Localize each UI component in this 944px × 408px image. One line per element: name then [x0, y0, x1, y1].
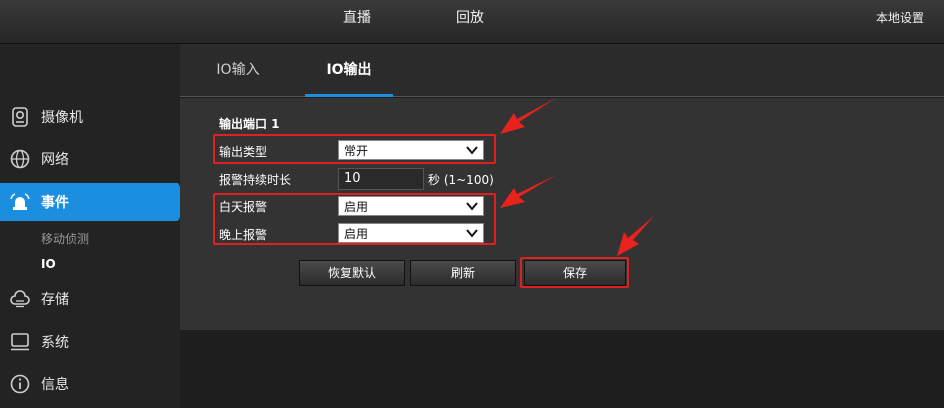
- duration-input[interactable]: 10: [338, 168, 424, 190]
- duration-unit: 秒 (1~100): [428, 173, 494, 187]
- sidebar-item-label: 事件: [41, 195, 69, 211]
- nav-live[interactable]: 直播: [343, 0, 371, 36]
- highlight-box-output-type: [213, 134, 496, 164]
- info-icon: [10, 374, 30, 394]
- refresh-button[interactable]: 刷新: [410, 260, 516, 286]
- monitor-icon: [11, 333, 29, 351]
- sidebar-item-network[interactable]: 网络: [0, 140, 180, 178]
- top-bar: 直播 回放 本地设置: [0, 0, 944, 44]
- highlight-box-save: [520, 257, 629, 288]
- sidebar-item-camera[interactable]: 摄像机: [0, 98, 180, 136]
- tab-io-output[interactable]: IO输出: [305, 44, 393, 97]
- nav-local-settings[interactable]: 本地设置: [876, 0, 924, 36]
- sidebar-subitem-motion-detection[interactable]: 移动侦测: [41, 230, 89, 247]
- sidebar-item-label: 网络: [41, 152, 69, 168]
- sidebar-item-label: 系统: [41, 335, 69, 351]
- nav-playback[interactable]: 回放: [456, 0, 484, 36]
- tab-bar: IO输入 IO输出: [180, 44, 944, 97]
- sidebar-item-label: 摄像机: [41, 110, 83, 126]
- sidebar-item-storage[interactable]: 存储: [0, 280, 180, 318]
- content-background: [180, 330, 944, 408]
- camera-icon: [12, 107, 28, 127]
- sidebar-item-event[interactable]: 事件: [0, 183, 188, 221]
- tab-io-input[interactable]: IO输入: [200, 44, 276, 97]
- section-title: 输出端口 1: [219, 117, 280, 131]
- highlight-box-alarms: [213, 193, 496, 245]
- cloud-storage-icon: [10, 290, 30, 308]
- sidebar-item-info[interactable]: 信息: [0, 365, 180, 403]
- restore-default-button[interactable]: 恢复默认: [299, 260, 405, 286]
- sidebar-item-label: 信息: [41, 377, 69, 393]
- sidebar-item-system[interactable]: 系统: [0, 323, 180, 361]
- duration-label: 报警持续时长: [219, 173, 292, 187]
- network-globe-icon: [10, 149, 30, 169]
- sidebar-item-label: 存储: [41, 292, 69, 308]
- alarm-icon: [10, 193, 30, 210]
- sidebar-subitem-io[interactable]: IO: [41, 257, 56, 271]
